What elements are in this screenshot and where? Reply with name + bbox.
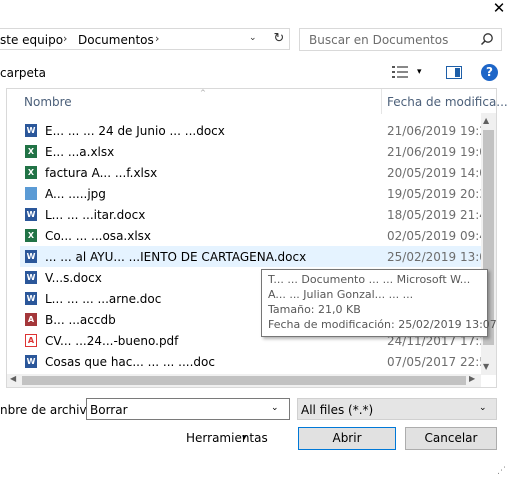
file-date: 20/05/2019 14:07 bbox=[387, 166, 495, 180]
new-folder-button[interactable]: carpeta bbox=[0, 66, 46, 80]
file-name: factura A... ...f.xlsx bbox=[45, 166, 158, 180]
file-row[interactable]: X Co... ... ...osa.xlsx 02/05/2019 09:41 bbox=[20, 225, 495, 246]
file-info-tooltip: T... ... Documento ... ... Microsoft W..… bbox=[261, 269, 497, 337]
help-icon[interactable]: ? bbox=[481, 64, 498, 81]
sort-indicator-icon: ^ bbox=[200, 89, 206, 97]
file-row[interactable]: W L... ... ...itar.docx 18/05/2019 21:41 bbox=[20, 204, 495, 225]
preview-pane-icon[interactable] bbox=[446, 66, 462, 79]
file-row[interactable]: X E... ...a.xlsx 21/06/2019 19:02 bbox=[20, 141, 495, 162]
excel-icon: X bbox=[25, 145, 37, 158]
file-date: 25/02/2019 13:07 bbox=[387, 250, 495, 264]
refresh-icon[interactable]: ↻ bbox=[271, 30, 287, 48]
tooltip-type: T... ... Documento ... ... Microsoft W..… bbox=[268, 273, 471, 286]
scroll-down-icon[interactable]: ▼ bbox=[483, 362, 489, 371]
file-date: 07/05/2017 22:58 bbox=[387, 355, 495, 369]
excel-icon: X bbox=[25, 166, 37, 179]
breadcrumb-separator-icon[interactable]: › bbox=[155, 32, 159, 45]
breadcrumb-this-pc[interactable]: ste equipo bbox=[0, 33, 63, 47]
file-name: A... .....jpg bbox=[45, 187, 106, 201]
file-date: 19/05/2019 20:37 bbox=[387, 187, 495, 201]
file-date: 21/06/2019 19:23 bbox=[387, 124, 495, 138]
close-button[interactable]: ✕ bbox=[488, 0, 510, 18]
column-header-name[interactable]: Nombre bbox=[24, 95, 72, 109]
tools-button[interactable]: Herramientas bbox=[186, 431, 268, 445]
column-header-date[interactable]: Fecha de modifica... bbox=[387, 95, 508, 109]
filename-label: nbre de archivo: bbox=[0, 403, 98, 417]
search-placeholder: Buscar en Documentos bbox=[309, 33, 449, 47]
file-name: V...s.docx bbox=[45, 271, 102, 285]
word-icon: W bbox=[25, 208, 37, 221]
file-row[interactable]: W ... ... al AYU... ...IENTO DE CARTAGENA… bbox=[20, 246, 495, 267]
file-name: Co... ... ...osa.xlsx bbox=[45, 229, 152, 243]
access-icon: A bbox=[25, 313, 37, 326]
search-icon[interactable] bbox=[480, 32, 494, 46]
scroll-up-icon[interactable]: ▲ bbox=[483, 116, 489, 125]
file-date: 18/05/2019 21:41 bbox=[387, 208, 495, 222]
word-icon: W bbox=[25, 124, 37, 137]
file-name: L... ... ... ...arne.doc bbox=[45, 292, 162, 306]
word-icon: W bbox=[25, 271, 37, 284]
file-date: 02/05/2019 09:41 bbox=[387, 229, 495, 243]
word-icon: W bbox=[25, 355, 37, 368]
address-history-dropdown-icon[interactable]: ⌄ bbox=[249, 33, 257, 43]
excel-icon: X bbox=[25, 229, 37, 242]
file-name: L... ... ...itar.docx bbox=[45, 208, 146, 222]
image-icon bbox=[25, 187, 37, 200]
tools-dropdown-icon[interactable]: ▾ bbox=[242, 433, 247, 443]
file-row[interactable]: W Cosas que hac... ... ... ....doc 07/05/2… bbox=[20, 351, 495, 372]
scroll-left-icon[interactable]: ◀ bbox=[10, 374, 16, 383]
filetype-value[interactable]: All files (*.*) bbox=[301, 403, 373, 417]
open-button[interactable]: Abrir bbox=[298, 427, 396, 450]
view-options-icon[interactable] bbox=[392, 66, 408, 78]
pdf-icon: A bbox=[25, 334, 37, 347]
cancel-button[interactable]: Cancelar bbox=[405, 427, 497, 450]
breadcrumb-documentos[interactable]: Documentos bbox=[78, 33, 154, 47]
column-divider[interactable] bbox=[381, 89, 382, 114]
tooltip-author: A... ... Julian Gonzal... ... ... bbox=[268, 288, 414, 301]
file-date: 21/06/2019 19:02 bbox=[387, 145, 495, 159]
file-name: CV... ...24...-bueno.pdf bbox=[45, 334, 179, 348]
file-name: B... ...accdb bbox=[45, 313, 116, 327]
tooltip-size: Tamaño: 21,0 KB bbox=[268, 303, 361, 316]
file-name: ... ... al AYU... ...IENTO DE CARTAGENA.… bbox=[45, 250, 307, 264]
file-row[interactable]: W E... ... ... 24 de Junio ... ...docx 21/… bbox=[20, 120, 495, 141]
file-name: Cosas que hac... ... ... ....doc bbox=[45, 355, 215, 369]
filename-dropdown-icon[interactable]: ⌄ bbox=[271, 403, 279, 413]
breadcrumb-separator-icon[interactable]: › bbox=[63, 32, 67, 45]
scroll-right-icon[interactable]: ▶ bbox=[469, 374, 475, 383]
word-icon: W bbox=[25, 250, 37, 263]
word-icon: W bbox=[25, 292, 37, 305]
resize-grip-icon[interactable]: ⋰ bbox=[497, 466, 506, 476]
filename-value[interactable]: Borrar bbox=[90, 403, 128, 417]
filetype-dropdown-icon[interactable]: ⌄ bbox=[479, 403, 487, 413]
view-dropdown-icon[interactable]: ▾ bbox=[417, 67, 422, 77]
file-name: E... ...a.xlsx bbox=[45, 145, 115, 159]
horizontal-scroll-thumb[interactable] bbox=[22, 376, 466, 385]
file-row[interactable]: Xfactura A... ...f.xlsx 20/05/2019 14:07 bbox=[20, 162, 495, 183]
file-name: E... ... ... 24 de Junio ... ...docx bbox=[45, 124, 225, 138]
tooltip-modified: Fecha de modificación: 25/02/2019 13:07 bbox=[268, 318, 497, 331]
file-row[interactable]: A... .....jpg 19/05/2019 20:37 bbox=[20, 183, 495, 204]
